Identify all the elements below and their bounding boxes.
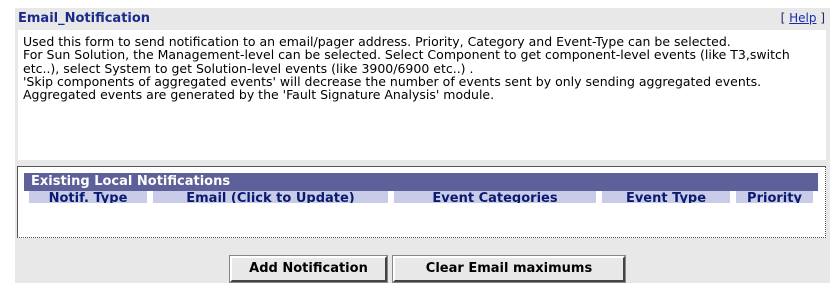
help-bracket-close: ]: [816, 11, 825, 25]
notifications-table: Existing Local Notifications Notif. Type…: [17, 166, 826, 238]
add-notification-button[interactable]: Add Notification: [229, 255, 388, 283]
table-title: Existing Local Notifications: [24, 173, 818, 191]
column-event-type: Event Type: [602, 191, 730, 203]
form-title: Email_Notification: [18, 11, 151, 26]
help-link[interactable]: Help: [789, 11, 816, 25]
column-email: Email (Click to Update): [153, 191, 388, 203]
description-line-2: For Sun Solution, the Management-level c…: [23, 47, 790, 76]
table-column-headers: Notif. Type Email (Click to Update) Even…: [24, 191, 818, 203]
email-notification-panel: Email_Notification [ Help ] Used this fo…: [15, 8, 830, 283]
column-notif-type: Notif. Type: [29, 191, 147, 203]
description-line-3: 'Skip components of aggregated events' w…: [23, 73, 762, 103]
form-header: Email_Notification [ Help ]: [15, 8, 830, 30]
column-event-categories: Event Categories: [394, 191, 596, 203]
page: Email_Notification [ Help ] Used this fo…: [0, 0, 832, 283]
form-description: Used this form to send notification to a…: [18, 30, 826, 160]
clear-email-maximums-button[interactable]: Clear Email maximums: [392, 255, 626, 283]
help-bracket-open: [: [780, 11, 790, 25]
column-priority: Priority: [736, 191, 813, 203]
description-line-1: Used this form to send notification to a…: [23, 34, 731, 49]
help-container: [ Help ]: [781, 11, 825, 25]
